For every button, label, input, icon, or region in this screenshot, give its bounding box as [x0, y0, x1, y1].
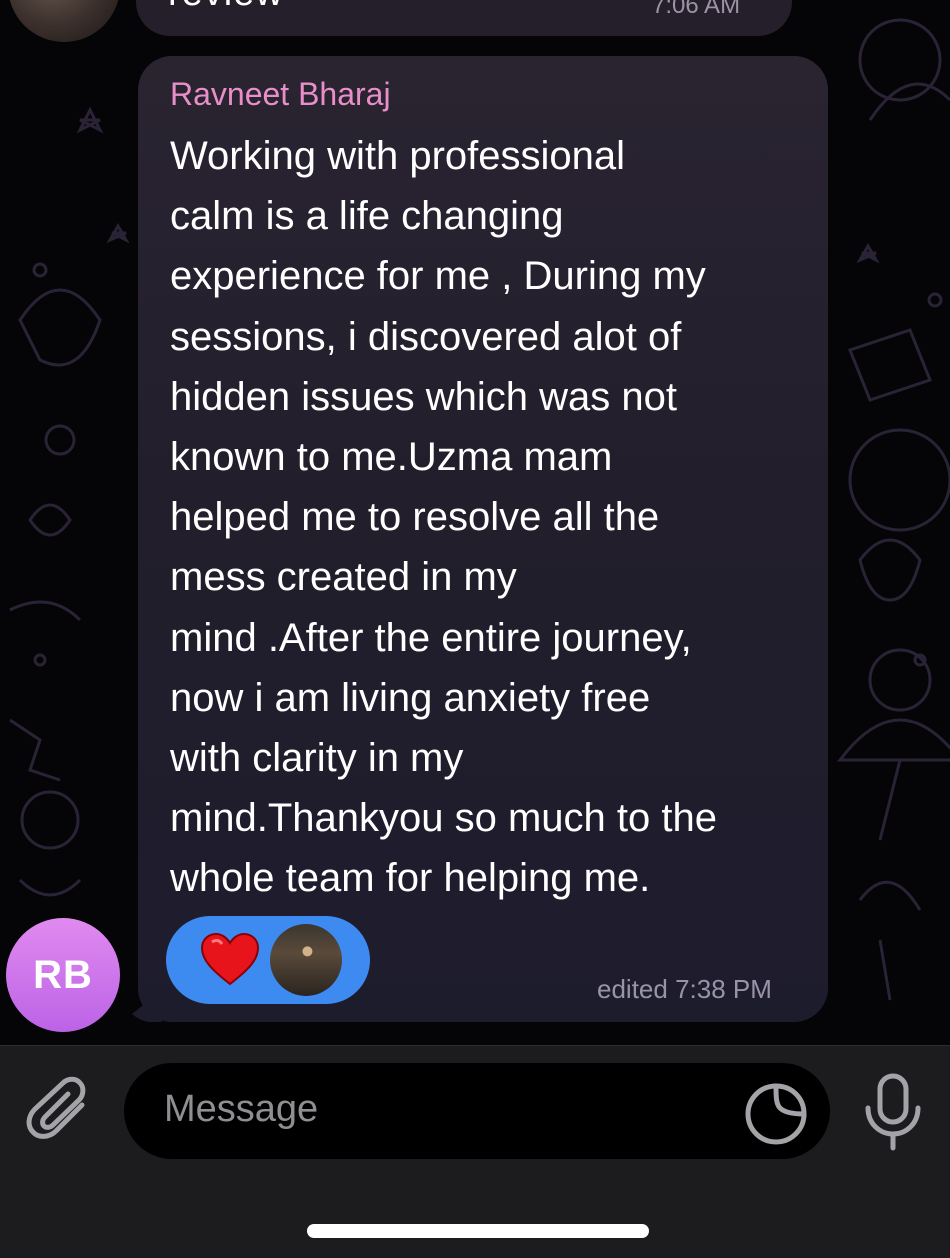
message-placeholder: Message	[164, 1088, 319, 1130]
avatar-initials: RB	[33, 952, 93, 997]
sender-avatar[interactable]: RB	[6, 918, 120, 1032]
sticker-icon[interactable]	[744, 1082, 808, 1146]
home-indicator[interactable]	[307, 1224, 649, 1238]
heart-icon	[200, 932, 260, 986]
reactor-avatar[interactable]	[270, 924, 342, 996]
previous-message-text: review	[168, 0, 284, 15]
paperclip-icon[interactable]	[26, 1075, 98, 1147]
microphone-icon[interactable]	[860, 1072, 926, 1152]
previous-message-time: 7:06 AM	[652, 0, 741, 19]
sender-name[interactable]: Ravneet Bharaj	[170, 76, 391, 113]
message-timestamp: edited 7:38 PM	[597, 974, 772, 1004]
message-text: Working with professional calm is a life…	[170, 134, 717, 901]
